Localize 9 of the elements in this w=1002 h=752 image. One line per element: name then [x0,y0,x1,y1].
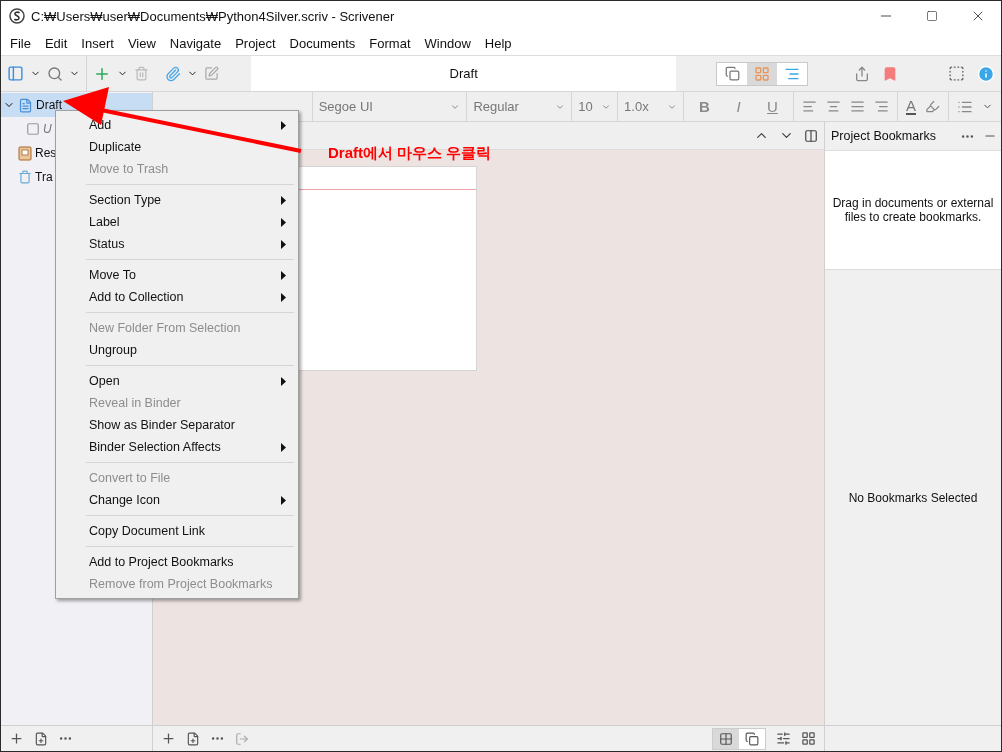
binder-item-label: Res [35,146,57,160]
binder-item-label: Tra [35,170,53,184]
empty-message: No Bookmarks Selected [848,490,978,505]
annotation-text: Draft에서 마우스 우클릭 [328,144,492,163]
inspector-title: Project Bookmarks [831,129,936,143]
bookmark-hint: Drag in documents or external files to create bookmarks. [825,151,1001,270]
binder-item-label: U [43,122,52,136]
window-title: C:₩Users₩user₩Documents₩Python4Silver.scriv - Scrivener [31,8,396,24]
binder-item-label: Draft [36,98,62,112]
